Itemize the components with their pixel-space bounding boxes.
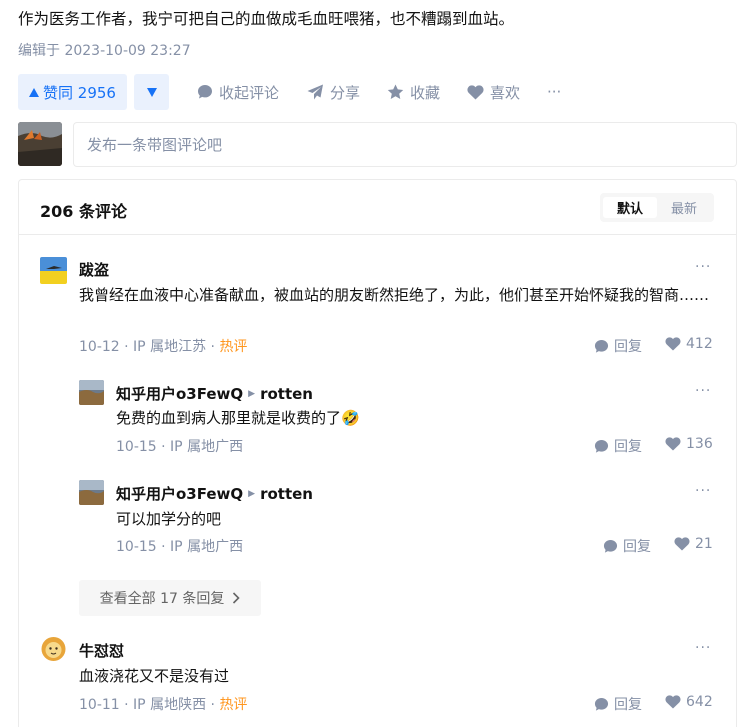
reply-text: 免费的血到病人那里就是收费的了🤣 <box>116 409 360 427</box>
like-label: 喜欢 <box>490 83 521 102</box>
reply-more-icon[interactable]: ··· <box>695 383 711 399</box>
answer-text: 作为医务工作者，我宁可把自己的血做成毛血旺喂猪，也不糟蹋到血站。 <box>18 10 515 28</box>
favorite-button[interactable]: 收藏 <box>387 82 440 102</box>
upvote-button[interactable]: 赞同 2956 <box>18 74 127 110</box>
like-count: 642 <box>686 694 713 710</box>
heart-icon <box>467 84 484 99</box>
heart-icon <box>665 337 681 351</box>
view-all-replies-label: 查看全部 17 条回复 <box>99 591 225 607</box>
share-button[interactable]: 分享 <box>307 82 360 102</box>
comment-author[interactable]: 跋盗 <box>79 259 109 280</box>
sunset-landscape-image <box>18 122 62 166</box>
comment-input-placeholder: 发布一条带图评论吧 <box>87 136 223 154</box>
reply-button[interactable]: 回复 <box>594 436 642 456</box>
sort-latest-button[interactable]: 最新 <box>657 197 711 218</box>
like-count: 21 <box>695 536 713 552</box>
comment-bubble-icon <box>594 339 609 353</box>
avatar[interactable] <box>79 380 104 405</box>
like-button[interactable]: 喜欢 <box>467 82 520 102</box>
reply-text: 可以加学分的吧 <box>116 510 222 528</box>
like-button[interactable]: 136 <box>665 436 713 452</box>
comment-text: 我曾经在血液中心准备献血，被血站的朋友断然拒绝了，为此，他们甚至开始怀疑我的智商… <box>79 286 710 304</box>
reply-date: 10-15 <box>116 539 157 555</box>
comment-date: 10-11 <box>79 697 120 713</box>
reply-author-name[interactable]: 知乎用户o3FewQ <box>116 483 243 504</box>
comment-bubble-icon <box>594 697 609 711</box>
reply-meta: 10-15 · IP 属地广西 <box>116 439 244 455</box>
avatar[interactable] <box>40 257 67 284</box>
heart-icon <box>665 437 681 451</box>
reply-author: 知乎用户o3FewQ ▶ rotten <box>116 483 313 504</box>
comment-text: 血液浇花又不是没有过 <box>79 667 230 685</box>
like-button[interactable]: 642 <box>665 694 713 710</box>
reply-to-name[interactable]: rotten <box>260 385 313 403</box>
reply-label: 回复 <box>614 339 642 355</box>
comment-bubble-icon <box>594 439 609 453</box>
heart-icon <box>674 537 690 551</box>
like-button[interactable]: 21 <box>674 536 713 552</box>
reply-to-arrow-icon: ▶ <box>248 488 256 499</box>
header-divider <box>19 234 736 235</box>
heart-icon <box>665 695 681 709</box>
comment-meta: 10-11 · IP 属地陕西 · 热评 <box>79 697 248 713</box>
avatar-image <box>79 380 104 405</box>
lion-avatar-image <box>40 636 67 663</box>
comment-bubble-icon <box>603 539 618 553</box>
reply-label: 回复 <box>614 439 642 455</box>
reply-author-name[interactable]: 知乎用户o3FewQ <box>116 383 243 404</box>
reply-location: IP 属地广西 <box>170 439 244 455</box>
collapse-comments-button[interactable]: 收起评论 <box>197 82 279 102</box>
edit-time: 编辑于 2023-10-09 23:27 <box>18 43 191 59</box>
like-count: 136 <box>686 436 713 452</box>
star-icon <box>387 84 404 99</box>
reply-to-name[interactable]: rotten <box>260 485 313 503</box>
triangle-down-icon <box>146 87 157 97</box>
comment-bubble-icon <box>198 85 212 99</box>
paper-plane-icon <box>307 84 323 100</box>
share-label: 分享 <box>330 83 361 102</box>
reply-button[interactable]: 回复 <box>594 694 642 714</box>
comment-more-icon[interactable]: ··· <box>695 259 711 275</box>
like-count: 412 <box>686 336 713 352</box>
downvote-button[interactable] <box>134 74 169 110</box>
reply-meta: 10-15 · IP 属地广西 <box>116 539 244 555</box>
comment-input[interactable]: 发布一条带图评论吧 <box>73 122 737 167</box>
reply-author: 知乎用户o3FewQ ▶ rotten <box>116 383 313 404</box>
triangle-up-icon <box>29 87 40 97</box>
hot-badge: 热评 <box>219 339 248 355</box>
favorite-label: 收藏 <box>410 83 441 102</box>
chevron-right-icon <box>233 592 240 604</box>
reply-location: IP 属地广西 <box>170 539 244 555</box>
reply-to-arrow-icon: ▶ <box>248 388 256 399</box>
more-icon: ··· <box>547 83 562 101</box>
upvote-label: 赞同 2956 <box>43 83 116 102</box>
comment-location: IP 属地陕西 <box>133 697 207 713</box>
comment-meta: 10-12 · IP 属地江苏 · 热评 <box>79 339 248 355</box>
comment-location: IP 属地江苏 <box>133 339 207 355</box>
collapse-comments-label: 收起评论 <box>219 83 280 102</box>
comment-count: 206 条评论 <box>40 202 127 221</box>
reply-date: 10-15 <box>116 439 157 455</box>
avatar[interactable] <box>40 636 67 663</box>
reply-label: 回复 <box>614 697 642 713</box>
more-actions-button[interactable]: ··· <box>547 82 561 102</box>
sort-default-button[interactable]: 默认 <box>603 197 657 218</box>
comment-author[interactable]: 牛怼怼 <box>79 640 124 661</box>
avatar-image <box>79 480 104 505</box>
reply-button[interactable]: 回复 <box>594 336 642 356</box>
avatar-image <box>40 257 67 284</box>
reply-more-icon[interactable]: ··· <box>695 483 711 499</box>
view-all-replies-button[interactable]: 查看全部 17 条回复 <box>79 580 261 616</box>
comment-more-icon[interactable]: ··· <box>695 640 711 656</box>
comment-date: 10-12 <box>79 339 120 355</box>
reply-label: 回复 <box>623 539 651 555</box>
reply-button[interactable]: 回复 <box>603 536 651 556</box>
like-button[interactable]: 412 <box>665 336 713 352</box>
hot-badge: 热评 <box>219 697 248 713</box>
avatar[interactable] <box>79 480 104 505</box>
my-avatar <box>18 122 62 166</box>
